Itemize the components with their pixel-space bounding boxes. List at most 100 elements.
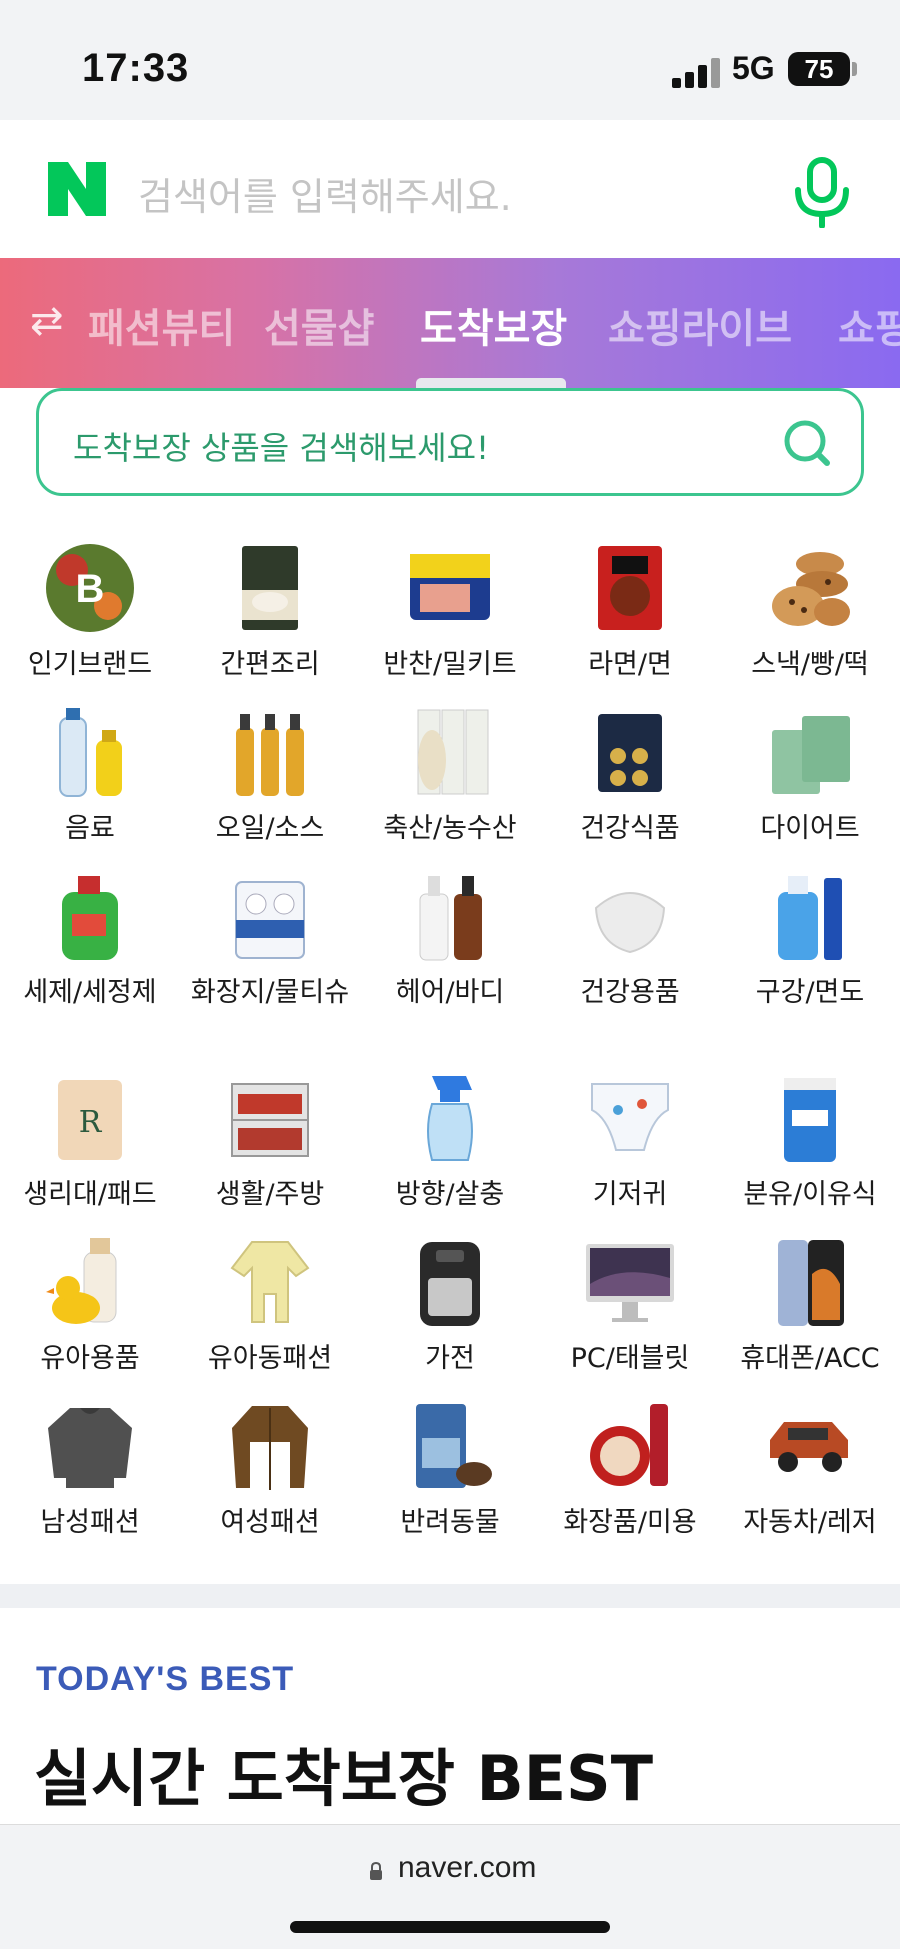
- category-kids-fashion[interactable]: 유아동패션: [180, 1234, 360, 1378]
- category-snack-bread-ricecake[interactable]: 스낵/빵/떡: [720, 540, 900, 684]
- diaper-icon: [591, 1083, 669, 1151]
- brand-b-icon: B: [46, 544, 134, 632]
- spam-can-icon: [410, 554, 490, 620]
- category-living-kitchen[interactable]: 생활/주방: [180, 1070, 360, 1214]
- imac-icon: [586, 1244, 674, 1322]
- category-phone-acc[interactable]: 휴대폰/ACC: [720, 1234, 900, 1378]
- microphone-icon[interactable]: [790, 156, 854, 228]
- category-hair-body[interactable]: 헤어/바디: [360, 868, 540, 1012]
- category-popular-brand[interactable]: B 인기브랜드: [0, 540, 180, 684]
- category-label: 라면/면: [588, 649, 672, 680]
- svg-text:R: R: [79, 1105, 103, 1140]
- category-label: 음료: [65, 813, 115, 844]
- detergent-icon: [62, 876, 118, 960]
- category-label: 헤어/바디: [395, 977, 505, 1008]
- best-kicker: TODAY'S BEST: [36, 1660, 295, 1698]
- suv-car-icon: [770, 1422, 848, 1472]
- category-tissue-wipes[interactable]: 화장지/물티슈: [180, 868, 360, 1012]
- tab-shopping-live[interactable]: 쇼핑라이브: [608, 296, 792, 354]
- tab-shopping[interactable]: 쇼핑: [838, 296, 900, 354]
- category-label: 자동차/레저: [743, 1507, 877, 1538]
- category-formula-babyfood[interactable]: 분유/이유식: [720, 1070, 900, 1214]
- category-health-supplies[interactable]: 건강용품: [540, 868, 720, 1012]
- category-label: 다이어트: [760, 813, 860, 844]
- category-label: 유아용품: [40, 1343, 140, 1374]
- category-livestock-produce[interactable]: 축산/농수산: [360, 704, 540, 848]
- drink-bottles-icon: [59, 708, 122, 797]
- category-womens-fashion[interactable]: 여성패션: [180, 1398, 360, 1542]
- status-time: 17:33: [82, 46, 190, 90]
- category-label: 남성패션: [40, 1507, 140, 1538]
- category-baby-goods[interactable]: 유아용품: [0, 1234, 180, 1378]
- smartphone-icon: [778, 1240, 844, 1326]
- category-fragrance-insecticide[interactable]: 방향/살충: [360, 1070, 540, 1214]
- category-label: 반려동물: [400, 1507, 500, 1538]
- tab-fashion-beauty[interactable]: 패션뷰티: [88, 296, 235, 354]
- active-tab-indicator: [416, 378, 566, 388]
- category-mens-fashion[interactable]: 남성패션: [0, 1398, 180, 1542]
- category-label: 휴대폰/ACC: [740, 1343, 880, 1374]
- category-label: 기저귀: [592, 1179, 668, 1210]
- diet-box-icon: [772, 716, 850, 794]
- baby-bottle-duck-icon: [46, 1238, 117, 1324]
- category-car-leisure[interactable]: 자동차/레저: [720, 1398, 900, 1542]
- best-title: 실시간 도착보장 BEST: [34, 1742, 654, 1815]
- category-easy-cook[interactable]: 간편조리: [180, 540, 360, 684]
- category-label: 생리대/패드: [23, 1179, 157, 1210]
- category-label: 분유/이유식: [743, 1179, 877, 1210]
- category-beverage[interactable]: 음료: [0, 704, 180, 848]
- category-cosmetics-beauty[interactable]: 화장품/미용: [540, 1398, 720, 1542]
- home-indicator[interactable]: [290, 1921, 610, 1933]
- formula-can-icon: [784, 1078, 836, 1162]
- category-label: 가전: [425, 1343, 475, 1374]
- category-label: 반찬/밀키트: [383, 649, 517, 680]
- arrival-search-box[interactable]: 도착보장 상품을 검색해보세요!: [36, 388, 864, 496]
- arrival-search-input[interactable]: 도착보장 상품을 검색해보세요!: [73, 423, 489, 469]
- signal-icon: [672, 58, 720, 88]
- category-pet[interactable]: 반려동물: [360, 1398, 540, 1542]
- category-appliance[interactable]: 가전: [360, 1234, 540, 1378]
- category-label: 축산/농수산: [383, 813, 517, 844]
- category-detergent[interactable]: 세제/세정제: [0, 868, 180, 1012]
- category-label: 건강식품: [580, 813, 680, 844]
- category-label: 오일/소스: [215, 813, 325, 844]
- shampoo-icon: [419, 876, 482, 961]
- svg-text:B: B: [76, 567, 105, 611]
- spray-bottle-icon: [427, 1076, 473, 1161]
- category-pc-tablet[interactable]: PC/태블릿: [540, 1234, 720, 1378]
- category-label: PC/태블릿: [570, 1343, 690, 1374]
- url-bar[interactable]: naver.com: [398, 1851, 536, 1885]
- category-label: 간편조리: [220, 649, 320, 680]
- category-side-dish-mealkit[interactable]: 반찬/밀키트: [360, 540, 540, 684]
- category-label: 생활/주방: [215, 1179, 325, 1210]
- swap-arrows-icon[interactable]: ⇄: [30, 298, 64, 344]
- category-tabs: ⇄ 패션뷰티 선물샵 도착보장 쇼핑라이브 쇼핑: [0, 258, 900, 388]
- category-label: 화장지/물티슈: [190, 977, 350, 1008]
- search-input[interactable]: 검색어를 입력해주세요.: [138, 166, 512, 221]
- tab-gift-shop[interactable]: 선물샵: [264, 296, 374, 354]
- tissue-roll-icon: [235, 881, 305, 959]
- battery-icon: 75: [788, 52, 850, 86]
- category-diaper[interactable]: 기저귀: [540, 1070, 720, 1214]
- category-oil-sauce[interactable]: 오일/소스: [180, 704, 360, 848]
- dumpling-pack-icon: [242, 546, 298, 630]
- network-label: 5G: [732, 50, 775, 86]
- cookies-icon: [772, 552, 850, 626]
- air-fryer-icon: [420, 1242, 480, 1326]
- category-health-food[interactable]: 건강식품: [540, 704, 720, 848]
- category-label: 건강용품: [580, 977, 680, 1008]
- browser-bottom-bar: naver.com: [0, 1824, 900, 1949]
- category-oral-shaving[interactable]: 구강/면도: [720, 868, 900, 1012]
- category-diet[interactable]: 다이어트: [720, 704, 900, 848]
- search-icon[interactable]: [779, 415, 835, 471]
- category-ramen-noodle[interactable]: 라면/면: [540, 540, 720, 684]
- naver-logo-icon[interactable]: [48, 162, 106, 216]
- category-label: 구강/면도: [755, 977, 865, 1008]
- category-label: 세제/세정제: [23, 977, 157, 1008]
- sweater-icon: [48, 1408, 132, 1488]
- section-divider: [0, 1584, 900, 1608]
- tab-arrival-guarantee[interactable]: 도착보장: [420, 296, 567, 354]
- ramen-pack-icon: [598, 546, 662, 630]
- category-sanitary-pad[interactable]: R 생리대/패드: [0, 1070, 180, 1214]
- search-header: 검색어를 입력해주세요.: [0, 120, 900, 258]
